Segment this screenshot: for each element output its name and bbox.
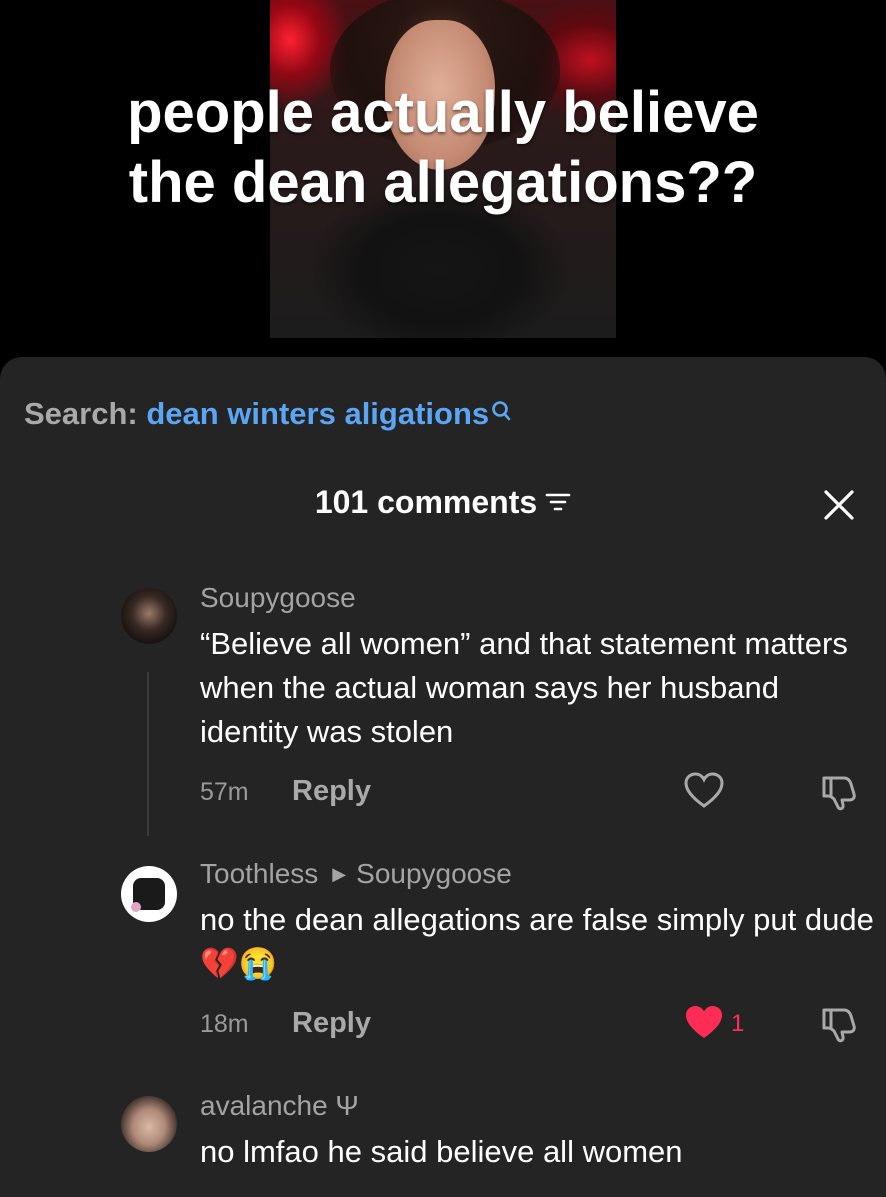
- caption-line-2: the dean allegations??: [128, 150, 758, 215]
- close-icon[interactable]: [822, 488, 856, 527]
- comment-text: no the dean allegations are false simply…: [200, 902, 874, 981]
- comment-text: “Believe all women” and that statement m…: [200, 626, 848, 749]
- dislike-icon[interactable]: [818, 772, 858, 817]
- comments-header: 101 comments: [0, 484, 886, 523]
- search-suggestion[interactable]: Search: dean winters aligations: [24, 396, 513, 432]
- caption-line-1: people actually believe: [127, 80, 759, 145]
- reply-button[interactable]: Reply: [292, 775, 371, 808]
- heart-filled-icon[interactable]: [684, 1004, 724, 1047]
- comment-count: 101 comments: [314, 484, 538, 520]
- search-label: Search:: [24, 396, 147, 431]
- comment-item: Toothless ▶ Soupygoose no the dean allegat…: [200, 858, 880, 986]
- comment-username[interactable]: Soupygoose: [200, 582, 880, 616]
- like-count: 1: [731, 1010, 745, 1037]
- reply-button[interactable]: Reply: [292, 1007, 371, 1040]
- reply-arrow-icon: ▶: [332, 864, 347, 884]
- comment-item: Soupygoose “Believe all women” and that …: [200, 582, 880, 754]
- dislike-icon[interactable]: [818, 1004, 858, 1049]
- avatar[interactable]: [121, 866, 177, 922]
- video-caption: people actually believe the dean allegat…: [0, 78, 886, 218]
- comment-item: avalanche Ψ no lmfao he said believe all…: [200, 1090, 880, 1174]
- avatar[interactable]: [121, 588, 177, 644]
- search-term[interactable]: dean winters aligations: [146, 396, 489, 431]
- search-icon[interactable]: [491, 396, 513, 432]
- avatar-tongue-shape: [131, 902, 141, 912]
- avatar[interactable]: [121, 1096, 177, 1152]
- sort-filter-icon[interactable]: [545, 484, 571, 521]
- comment-username-row: Toothless ▶ Soupygoose: [200, 858, 880, 892]
- thread-connector-line: [147, 672, 149, 836]
- reply-to-username[interactable]: Soupygoose: [356, 858, 512, 889]
- comment-username[interactable]: avalanche Ψ: [200, 1090, 880, 1124]
- comments-sheet: [0, 357, 886, 1197]
- comment-text: no lmfao he said believe all women: [200, 1134, 683, 1169]
- comment-username[interactable]: Toothless: [200, 858, 318, 889]
- heart-icon[interactable]: [684, 772, 724, 815]
- comment-time: 18m: [200, 1010, 249, 1038]
- comment-time: 57m: [200, 778, 249, 806]
